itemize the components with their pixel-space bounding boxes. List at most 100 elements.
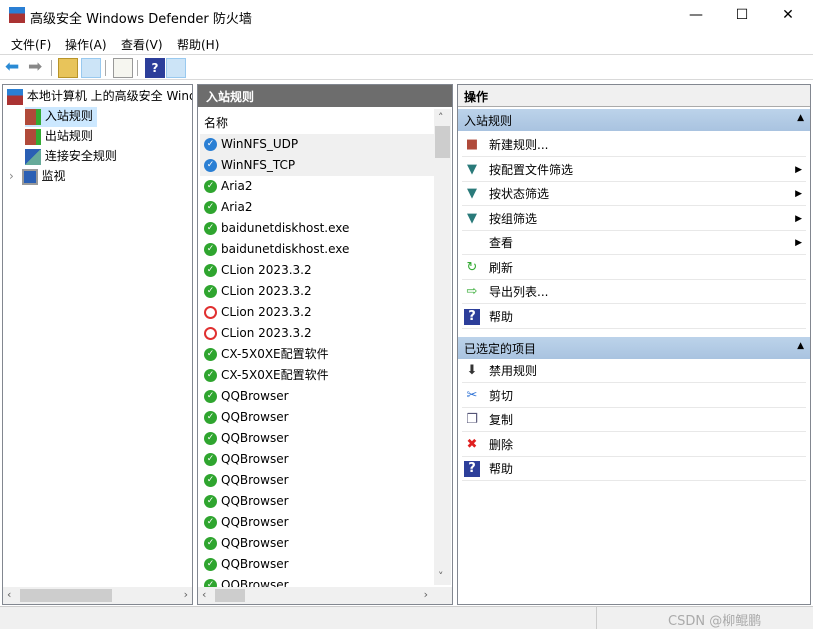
action-view[interactable]: 查看 ▶ (462, 231, 806, 255)
separator (51, 60, 52, 76)
action-label: 复制 (489, 413, 514, 427)
action-label: 查看 (489, 236, 514, 250)
menu-action[interactable]: 操作(A) (65, 36, 107, 53)
action-refresh[interactable]: ↻ 刷新 (462, 256, 806, 280)
filter-icon: ▼ (467, 161, 477, 177)
rule-row[interactable]: ✓ CLion 2023.3.2 (200, 281, 434, 302)
rule-row[interactable]: ✓ WinNFS_UDP (200, 134, 434, 155)
section-inbound-rules[interactable]: 入站规则 ▲ (458, 109, 810, 131)
rule-name: baidunetdiskhost.exe (221, 221, 350, 235)
section-selected-items[interactable]: 已选定的项目 ▲ (458, 337, 810, 359)
rule-row[interactable]: ✓ CX-5X0XE配置软件 (200, 344, 434, 365)
tree-item-outbound[interactable]: 出站规则 (25, 127, 93, 147)
rule-row[interactable]: ✓ Aria2 (200, 197, 434, 218)
rule-row[interactable]: ✓ QQBrowser (200, 470, 434, 491)
column-header-name[interactable]: 名称 (204, 114, 228, 131)
up-folder-icon[interactable] (58, 58, 78, 78)
vertical-scrollbar[interactable]: ˄ ˅ (434, 109, 451, 585)
rule-row[interactable]: ✓ Aria2 (200, 176, 434, 197)
action-filter[interactable]: ▼ 按配置文件筛选 ▶ (462, 158, 806, 182)
horizontal-scrollbar[interactable]: ‹ › (198, 587, 452, 604)
rule-row[interactable]: ✓ CLion 2023.3.2 (200, 260, 434, 281)
rule-name: QQBrowser (221, 452, 289, 466)
tree-item-monitor[interactable]: › 监视 (9, 167, 65, 187)
allow-icon: ✓ (204, 243, 217, 256)
allow-icon: ✓ (204, 264, 217, 277)
action-filter[interactable]: ▼ 按状态筛选 ▶ (462, 182, 806, 206)
collapse-icon[interactable]: ▲ (797, 113, 804, 123)
rule-name: QQBrowser (221, 431, 289, 445)
allow-icon: ✓ (204, 159, 217, 172)
watermark: CSDN @柳鲲鹏 (668, 614, 762, 629)
minimize-button[interactable]: — (673, 0, 719, 32)
tree-item-connection-security[interactable]: 连接安全规则 (25, 147, 117, 167)
rule-row[interactable]: ✓ QQBrowser (200, 449, 434, 470)
tree-item-label: 入站规则 (44, 109, 93, 123)
rule-row[interactable]: ✓ QQBrowser (200, 428, 434, 449)
allow-icon: ✓ (204, 348, 217, 361)
rule-row[interactable]: ✓ QQBrowser (200, 386, 434, 407)
menu-file[interactable]: 文件(F) (11, 36, 51, 53)
action-label: 删除 (489, 437, 514, 452)
tree-root[interactable]: 本地计算机 上的高级安全 Windows Defender 防火墙 (7, 87, 192, 107)
export-list-icon[interactable] (113, 58, 133, 78)
rule-name: QQBrowser (221, 473, 289, 487)
separator (137, 60, 138, 76)
allow-icon: ✓ (204, 411, 217, 424)
action-label: 刷新 (489, 260, 514, 275)
maximize-button[interactable]: ☐ (719, 0, 765, 32)
rule-row[interactable]: CLion 2023.3.2 (200, 302, 434, 323)
allow-icon: ✓ (204, 222, 217, 235)
collapse-icon[interactable]: ▲ (797, 341, 804, 351)
help-icon[interactable]: ? (145, 58, 165, 78)
rule-row[interactable]: ✓ QQBrowser (200, 512, 434, 533)
action-label: 导出列表... (489, 285, 549, 299)
menu-help[interactable]: 帮助(H) (177, 36, 219, 53)
rule-name: CLion 2023.3.2 (221, 263, 312, 277)
action-export[interactable]: ⇨ 导出列表... (462, 280, 806, 304)
rule-row[interactable]: ✓ QQBrowser (200, 554, 434, 575)
rule-name: WinNFS_UDP (221, 137, 299, 151)
rule-row[interactable]: ✓ WinNFS_TCP (200, 155, 434, 176)
help-icon: ? (464, 461, 480, 477)
separator (105, 60, 106, 76)
action-label: 按配置文件筛选 (489, 162, 574, 177)
action-filter[interactable]: ▼ 按组筛选 ▶ (462, 207, 806, 231)
show-hide-tree-icon[interactable] (81, 58, 101, 78)
allow-icon: ✓ (204, 495, 217, 508)
rule-name: CLion 2023.3.2 (221, 284, 312, 298)
rule-name: WinNFS_TCP (221, 158, 296, 172)
allow-icon: ✓ (204, 432, 217, 445)
menu-bar: 文件(F) 操作(A) 查看(V) 帮助(H) (0, 32, 813, 55)
rule-row[interactable]: ✓ baidunetdiskhost.exe (200, 218, 434, 239)
forward-icon[interactable]: ➡ (28, 58, 48, 78)
rule-row[interactable]: ✓ QQBrowser (200, 491, 434, 512)
tree-item-inbound[interactable]: 入站规则 (25, 107, 97, 127)
expand-chevron-icon[interactable]: › (9, 169, 14, 183)
rule-name: QQBrowser (221, 494, 289, 508)
rule-name: CX-5X0XE配置软件 (221, 347, 329, 361)
action-disable[interactable]: ⬇ 禁用规则 (462, 359, 806, 383)
rule-row[interactable]: ✓ CX-5X0XE配置软件 (200, 365, 434, 386)
firewall-icon (9, 7, 25, 23)
action-help[interactable]: ? 帮助 (462, 457, 806, 481)
tree-item-label: 连接安全规则 (44, 149, 117, 163)
disable-icon: ⬇ (466, 363, 478, 378)
action-new-rule[interactable]: ■ 新建规则... (462, 133, 806, 157)
horizontal-scrollbar[interactable]: ‹ › (3, 587, 192, 604)
rule-row[interactable]: CLion 2023.3.2 (200, 323, 434, 344)
rule-row[interactable]: ✓ QQBrowser (200, 533, 434, 554)
action-cut[interactable]: ✂ 剪切 (462, 384, 806, 408)
allow-icon: ✓ (204, 138, 217, 151)
back-icon[interactable]: ⬅ (5, 58, 25, 78)
close-button[interactable]: ✕ (765, 0, 811, 32)
action-delete[interactable]: ✖ 删除 (462, 433, 806, 457)
submenu-arrow-icon: ▶ (795, 164, 802, 175)
rule-row[interactable]: ✓ baidunetdiskhost.exe (200, 239, 434, 260)
rule-row[interactable]: ✓ QQBrowser (200, 407, 434, 428)
show-action-pane-icon[interactable] (166, 58, 186, 78)
action-label: 剪切 (489, 388, 514, 403)
action-help[interactable]: ? 帮助 (462, 305, 806, 329)
menu-view[interactable]: 查看(V) (121, 36, 163, 53)
action-copy[interactable]: ❐ 复制 (462, 408, 806, 432)
